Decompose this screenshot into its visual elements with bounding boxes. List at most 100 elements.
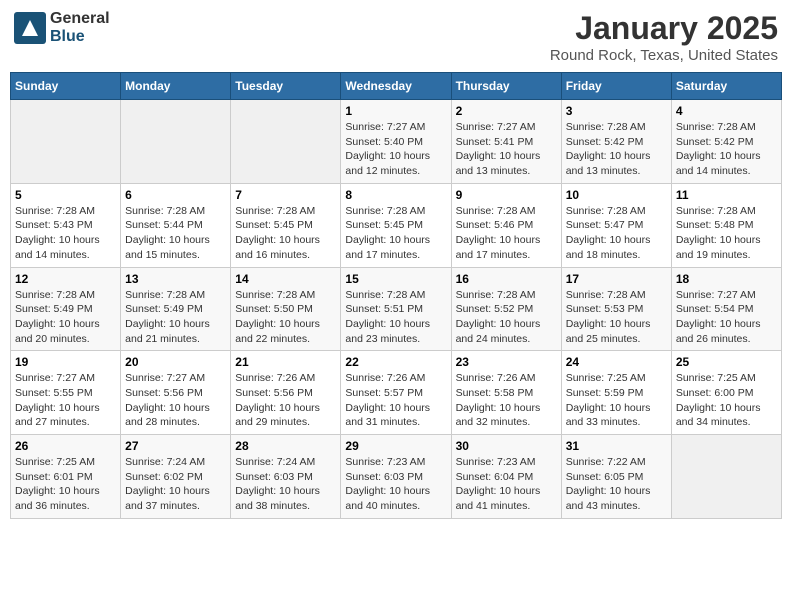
calendar-cell: 6 Sunrise: 7:28 AM Sunset: 5:44 PM Daylig…	[121, 183, 231, 267]
day-number: 14	[235, 272, 336, 286]
week-row-5: 26 Sunrise: 7:25 AM Sunset: 6:01 PM Dayli…	[11, 435, 782, 519]
page-header: General Blue January 2025 Round Rock, Te…	[10, 10, 782, 64]
day-number: 5	[15, 188, 116, 202]
day-info: Sunrise: 7:28 AM Sunset: 5:42 PM Dayligh…	[676, 120, 777, 179]
day-number: 16	[456, 272, 557, 286]
week-row-4: 19 Sunrise: 7:27 AM Sunset: 5:55 PM Dayli…	[11, 351, 782, 435]
day-info: Sunrise: 7:24 AM Sunset: 6:02 PM Dayligh…	[125, 455, 226, 514]
day-info: Sunrise: 7:27 AM Sunset: 5:55 PM Dayligh…	[15, 371, 116, 430]
week-row-2: 5Sunrise: 7:28 AM Sunset: 5:43 PM Daylig…	[11, 183, 782, 267]
day-info: Sunrise: 7:28 AM Sunset: 5:52 PM Dayligh…	[456, 288, 557, 347]
day-info: Sunrise: 7:28 AM Sunset: 5:47 PM Dayligh…	[566, 204, 667, 263]
day-info: Sunrise: 7:23 AM Sunset: 6:04 PM Dayligh…	[456, 455, 557, 514]
column-header-friday: Friday	[561, 73, 671, 100]
day-number: 8	[345, 188, 446, 202]
calendar-cell: 12 Sunrise: 7:28 AM Sunset: 5:49 PM Dayli…	[11, 267, 121, 351]
day-info: Sunrise: 7:23 AM Sunset: 6:03 PM Dayligh…	[345, 455, 446, 514]
column-header-thursday: Thursday	[451, 73, 561, 100]
day-number: 12	[15, 272, 116, 286]
day-number: 10	[566, 188, 667, 202]
subtitle: Round Rock, Texas, United States	[550, 47, 778, 64]
day-info: Sunrise: 7:27 AM Sunset: 5:54 PM Dayligh…	[676, 288, 777, 347]
calendar-cell: 5Sunrise: 7:28 AM Sunset: 5:43 PM Daylig…	[11, 183, 121, 267]
column-header-sunday: Sunday	[11, 73, 121, 100]
day-number: 20	[125, 355, 226, 369]
calendar-cell: 2 Sunrise: 7:27 AM Sunset: 5:41 PM Daylig…	[451, 100, 561, 184]
column-header-tuesday: Tuesday	[231, 73, 341, 100]
calendar-cell: 24 Sunrise: 7:25 AM Sunset: 5:59 PM Dayli…	[561, 351, 671, 435]
calendar-cell: 9 Sunrise: 7:28 AM Sunset: 5:46 PM Daylig…	[451, 183, 561, 267]
logo-blue: Blue	[50, 28, 110, 46]
calendar-cell: 3 Sunrise: 7:28 AM Sunset: 5:42 PM Daylig…	[561, 100, 671, 184]
calendar-cell: 14 Sunrise: 7:28 AM Sunset: 5:50 PM Dayli…	[231, 267, 341, 351]
calendar-cell: 8 Sunrise: 7:28 AM Sunset: 5:45 PM Daylig…	[341, 183, 451, 267]
day-number: 22	[345, 355, 446, 369]
calendar-cell: 10 Sunrise: 7:28 AM Sunset: 5:47 PM Dayli…	[561, 183, 671, 267]
day-number: 29	[345, 439, 446, 453]
logo: General Blue	[14, 10, 110, 46]
day-number: 4	[676, 104, 777, 118]
calendar-cell	[231, 100, 341, 184]
day-info: Sunrise: 7:28 AM Sunset: 5:46 PM Dayligh…	[456, 204, 557, 263]
day-info: Sunrise: 7:28 AM Sunset: 5:51 PM Dayligh…	[345, 288, 446, 347]
day-number: 26	[15, 439, 116, 453]
day-number: 27	[125, 439, 226, 453]
day-info: Sunrise: 7:28 AM Sunset: 5:48 PM Dayligh…	[676, 204, 777, 263]
day-number: 21	[235, 355, 336, 369]
calendar-cell: 30 Sunrise: 7:23 AM Sunset: 6:04 PM Dayli…	[451, 435, 561, 519]
day-info: Sunrise: 7:26 AM Sunset: 5:56 PM Dayligh…	[235, 371, 336, 430]
day-number: 1	[345, 104, 446, 118]
logo-general: General	[50, 10, 110, 28]
day-info: Sunrise: 7:28 AM Sunset: 5:53 PM Dayligh…	[566, 288, 667, 347]
calendar-cell: 31 Sunrise: 7:22 AM Sunset: 6:05 PM Dayli…	[561, 435, 671, 519]
calendar-cell: 17 Sunrise: 7:28 AM Sunset: 5:53 PM Dayli…	[561, 267, 671, 351]
calendar-cell: 15Sunrise: 7:28 AM Sunset: 5:51 PM Dayli…	[341, 267, 451, 351]
day-info: Sunrise: 7:24 AM Sunset: 6:03 PM Dayligh…	[235, 455, 336, 514]
calendar-cell	[11, 100, 121, 184]
day-info: Sunrise: 7:28 AM Sunset: 5:45 PM Dayligh…	[235, 204, 336, 263]
day-number: 25	[676, 355, 777, 369]
day-number: 17	[566, 272, 667, 286]
day-info: Sunrise: 7:28 AM Sunset: 5:49 PM Dayligh…	[125, 288, 226, 347]
column-header-saturday: Saturday	[671, 73, 781, 100]
main-title: January 2025	[550, 10, 778, 47]
day-info: Sunrise: 7:28 AM Sunset: 5:45 PM Dayligh…	[345, 204, 446, 263]
day-info: Sunrise: 7:25 AM Sunset: 5:59 PM Dayligh…	[566, 371, 667, 430]
day-info: Sunrise: 7:25 AM Sunset: 6:01 PM Dayligh…	[15, 455, 116, 514]
day-number: 2	[456, 104, 557, 118]
week-row-1: 1Sunrise: 7:27 AM Sunset: 5:40 PM Daylig…	[11, 100, 782, 184]
day-number: 24	[566, 355, 667, 369]
logo-icon	[14, 12, 46, 44]
calendar-cell: 21 Sunrise: 7:26 AM Sunset: 5:56 PM Dayli…	[231, 351, 341, 435]
day-number: 11	[676, 188, 777, 202]
day-number: 9	[456, 188, 557, 202]
day-number: 19	[15, 355, 116, 369]
header-row: SundayMondayTuesdayWednesdayThursdayFrid…	[11, 73, 782, 100]
calendar-table: SundayMondayTuesdayWednesdayThursdayFrid…	[10, 72, 782, 519]
calendar-cell: 1Sunrise: 7:27 AM Sunset: 5:40 PM Daylig…	[341, 100, 451, 184]
day-number: 13	[125, 272, 226, 286]
day-info: Sunrise: 7:22 AM Sunset: 6:05 PM Dayligh…	[566, 455, 667, 514]
day-number: 30	[456, 439, 557, 453]
day-info: Sunrise: 7:27 AM Sunset: 5:41 PM Dayligh…	[456, 120, 557, 179]
day-info: Sunrise: 7:28 AM Sunset: 5:49 PM Dayligh…	[15, 288, 116, 347]
calendar-cell: 11 Sunrise: 7:28 AM Sunset: 5:48 PM Dayli…	[671, 183, 781, 267]
day-number: 23	[456, 355, 557, 369]
day-info: Sunrise: 7:27 AM Sunset: 5:56 PM Dayligh…	[125, 371, 226, 430]
day-number: 18	[676, 272, 777, 286]
calendar-cell: 28Sunrise: 7:24 AM Sunset: 6:03 PM Dayli…	[231, 435, 341, 519]
week-row-3: 12 Sunrise: 7:28 AM Sunset: 5:49 PM Dayli…	[11, 267, 782, 351]
calendar-cell: 13 Sunrise: 7:28 AM Sunset: 5:49 PM Dayli…	[121, 267, 231, 351]
calendar-cell	[121, 100, 231, 184]
day-number: 3	[566, 104, 667, 118]
calendar-cell: 25Sunrise: 7:25 AM Sunset: 6:00 PM Dayli…	[671, 351, 781, 435]
day-info: Sunrise: 7:28 AM Sunset: 5:44 PM Dayligh…	[125, 204, 226, 263]
calendar-cell: 16 Sunrise: 7:28 AM Sunset: 5:52 PM Dayli…	[451, 267, 561, 351]
day-info: Sunrise: 7:28 AM Sunset: 5:42 PM Dayligh…	[566, 120, 667, 179]
day-number: 31	[566, 439, 667, 453]
calendar-cell: 4 Sunrise: 7:28 AM Sunset: 5:42 PM Daylig…	[671, 100, 781, 184]
calendar-cell: 18 Sunrise: 7:27 AM Sunset: 5:54 PM Dayli…	[671, 267, 781, 351]
day-info: Sunrise: 7:28 AM Sunset: 5:50 PM Dayligh…	[235, 288, 336, 347]
day-number: 6	[125, 188, 226, 202]
calendar-cell: 22Sunrise: 7:26 AM Sunset: 5:57 PM Dayli…	[341, 351, 451, 435]
